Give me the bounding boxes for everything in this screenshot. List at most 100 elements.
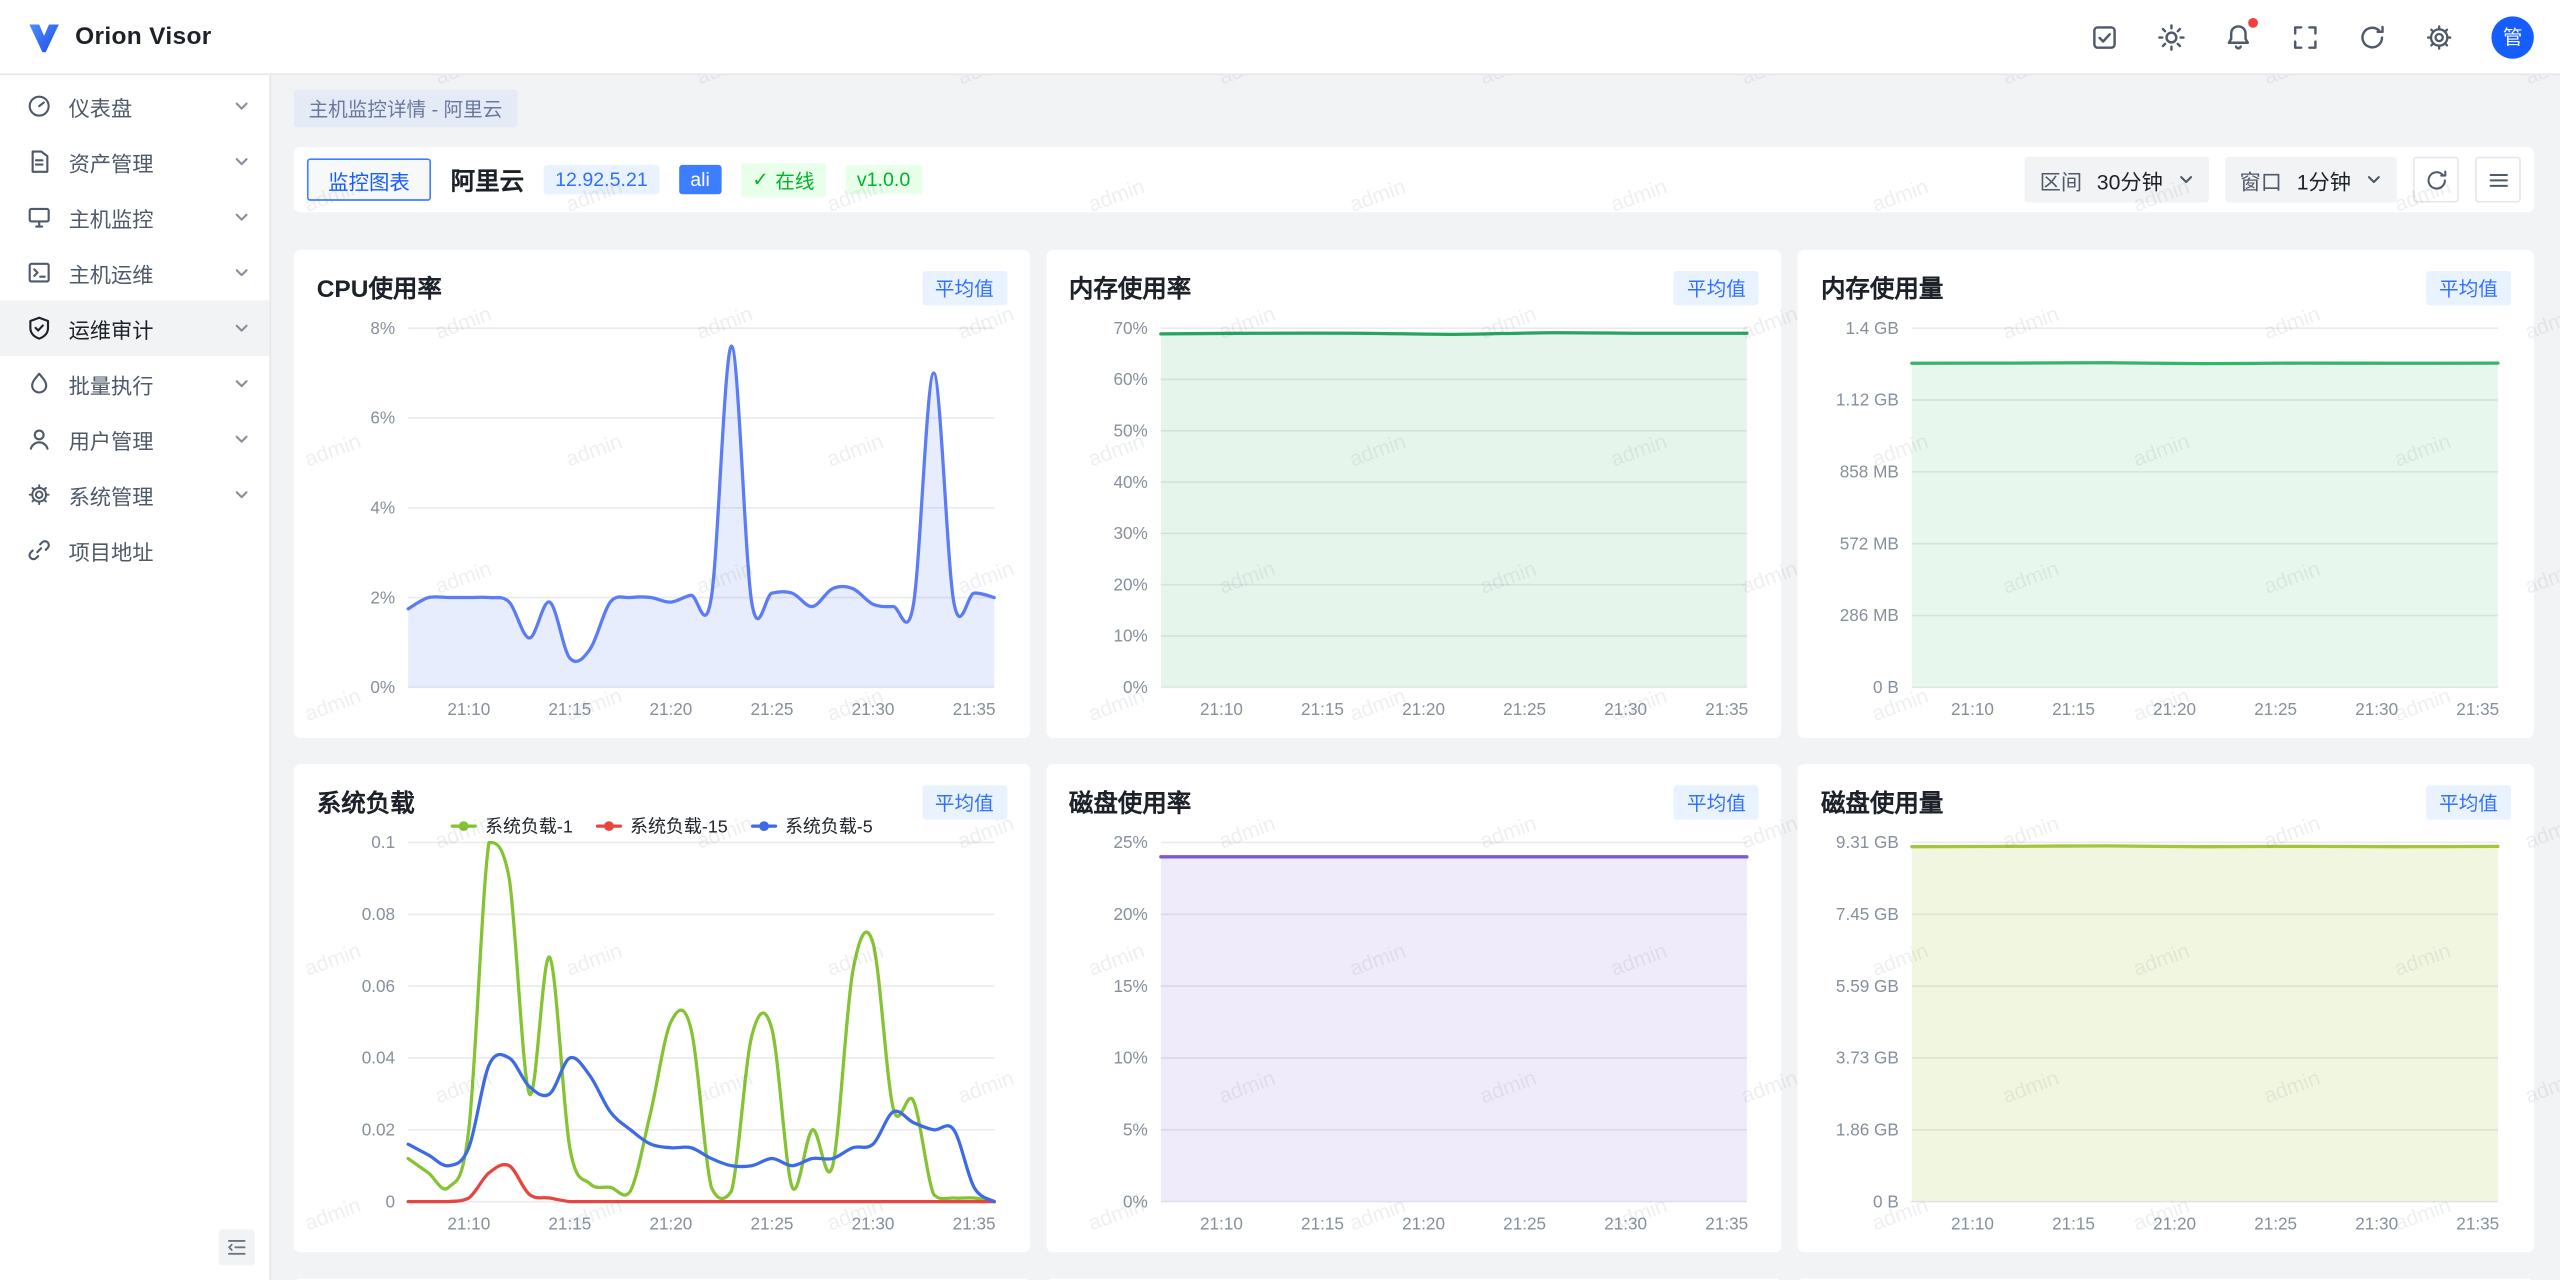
shield-icon — [26, 315, 52, 341]
sidebar-item-project-link[interactable]: 项目地址 — [0, 522, 269, 578]
disk-usage-percent-chart[interactable]: 25%20%15%10%5%0%21:1021:1521:2021:2521:3… — [1069, 823, 1759, 1244]
app-viewport: Orion Visor — [0, 0, 2560, 1280]
svg-text:21:25: 21:25 — [1503, 699, 1546, 719]
sidebar-item-system-mgmt[interactable]: 系统管理 — [0, 467, 269, 523]
top-header: Orion Visor — [0, 0, 2560, 75]
chart-refresh-button[interactable] — [2413, 157, 2459, 203]
svg-text:572 MB: 572 MB — [1840, 533, 1899, 553]
svg-text:3.73 GB: 3.73 GB — [1836, 1048, 1899, 1068]
svg-text:70%: 70% — [1113, 318, 1147, 338]
header-actions: 管 — [2090, 16, 2534, 58]
svg-text:21:35: 21:35 — [953, 699, 996, 719]
notifications-bell-icon[interactable] — [2224, 22, 2253, 51]
sidebar-item-user-mgmt[interactable]: 用户管理 — [0, 411, 269, 467]
fullscreen-icon[interactable] — [2291, 22, 2320, 51]
svg-text:1.12 GB: 1.12 GB — [1836, 390, 1899, 410]
avg-badge: 平均值 — [1674, 270, 1759, 304]
memory-usage-amount-chart[interactable]: 1.4 GB1.12 GB858 MB572 MB286 MB0 B21:102… — [1821, 309, 2511, 730]
chart-list-button[interactable] — [2475, 157, 2521, 203]
sidebar-item-host-monitor[interactable]: 主机监控 — [0, 189, 269, 245]
svg-text:6%: 6% — [370, 408, 395, 428]
terminal-icon — [26, 260, 52, 286]
legend-item[interactable]: 系统负载-1 — [451, 813, 573, 839]
avg-badge: 平均值 — [922, 270, 1007, 304]
legend-item[interactable]: 系统负载-5 — [751, 813, 873, 839]
interval-select[interactable]: 区间 30分钟 — [2025, 157, 2209, 203]
system-load-chart[interactable]: 0.10.080.060.040.02021:1021:1521:2021:25… — [317, 823, 1007, 1244]
check-square-icon[interactable] — [2090, 22, 2119, 51]
sidebar-nav: 仪表盘 资产管理 主机监控 — [0, 75, 271, 1280]
svg-text:21:10: 21:10 — [447, 699, 490, 719]
svg-text:21:10: 21:10 — [447, 1213, 490, 1233]
settings-gear-icon[interactable] — [2424, 22, 2453, 51]
host-tag-chip: ali — [679, 165, 721, 194]
svg-text:60%: 60% — [1113, 369, 1147, 389]
svg-text:1.4 GB: 1.4 GB — [1846, 318, 1899, 338]
memory-usage-percent-chart[interactable]: 70%60%50%40%30%20%10%0%21:1021:1521:2021… — [1069, 309, 1759, 730]
svg-text:0.06: 0.06 — [362, 976, 395, 996]
chevron-down-icon — [233, 376, 249, 392]
monitor-chart-button[interactable]: 监控图表 — [307, 158, 431, 200]
svg-text:21:35: 21:35 — [2457, 1213, 2500, 1233]
breadcrumb-chip[interactable]: 主机监控详情 - 阿里云 — [294, 90, 517, 128]
svg-text:21:30: 21:30 — [1604, 699, 1647, 719]
sidebar-item-assets[interactable]: 资产管理 — [0, 134, 269, 190]
svg-text:21:20: 21:20 — [1402, 699, 1445, 719]
window-select[interactable]: 窗口 1分钟 — [2225, 157, 2397, 203]
app-logo[interactable]: Orion Visor — [26, 19, 211, 55]
svg-text:0 B: 0 B — [1874, 1191, 1900, 1211]
chevron-down-icon — [2178, 171, 2194, 187]
svg-text:21:15: 21:15 — [548, 1213, 591, 1233]
droplet-icon — [26, 371, 52, 397]
svg-text:21:30: 21:30 — [1604, 1213, 1647, 1233]
svg-text:21:20: 21:20 — [2154, 1213, 2197, 1233]
host-toolbar: 监控图表 阿里云 12.92.5.21 ali ✓在线 v1.0.0 区间 30… — [294, 147, 2534, 212]
svg-text:21:25: 21:25 — [751, 1213, 794, 1233]
chevron-down-icon — [233, 153, 249, 169]
svg-text:8%: 8% — [370, 318, 395, 338]
user-avatar[interactable]: 管 — [2491, 16, 2533, 58]
svg-text:15%: 15% — [1113, 976, 1147, 996]
svg-text:21:35: 21:35 — [953, 1213, 996, 1233]
user-icon — [26, 426, 52, 452]
sidebar-item-dashboard[interactable]: 仪表盘 — [0, 78, 269, 134]
sidebar-item-ops-audit[interactable]: 运维审计 — [0, 300, 269, 356]
svg-text:20%: 20% — [1113, 904, 1147, 924]
svg-text:7.45 GB: 7.45 GB — [1836, 904, 1899, 924]
svg-text:858 MB: 858 MB — [1840, 462, 1899, 482]
svg-text:25%: 25% — [1113, 832, 1147, 852]
svg-text:21:25: 21:25 — [2255, 1213, 2298, 1233]
toolbar-controls: 区间 30分钟 窗口 1分钟 — [2025, 157, 2521, 203]
theme-sun-icon[interactable] — [2157, 22, 2186, 51]
refresh-icon[interactable] — [2358, 22, 2387, 51]
avg-badge: 平均值 — [1674, 784, 1759, 818]
host-status-chip: ✓在线 — [741, 162, 826, 196]
svg-text:21:35: 21:35 — [2457, 699, 2500, 719]
chart-legend: 系统负载-1 系统负载-15 系统负载-5 — [317, 813, 1007, 839]
svg-text:20%: 20% — [1113, 574, 1147, 594]
memory-usage-amount-card: 内存使用量 平均值 1.4 GB1.12 GB858 MB572 MB286 M… — [1798, 250, 2534, 738]
host-ip-chip[interactable]: 12.92.5.21 — [544, 165, 659, 194]
document-icon — [26, 149, 52, 175]
sidebar-item-batch-exec[interactable]: 批量执行 — [0, 356, 269, 412]
svg-text:21:20: 21:20 — [2154, 699, 2197, 719]
svg-text:9.31 GB: 9.31 GB — [1836, 832, 1899, 852]
app-title: Orion Visor — [75, 23, 212, 51]
svg-text:21:10: 21:10 — [1952, 1213, 1995, 1233]
disk-usage-amount-card: 磁盘使用量 平均值 9.31 GB7.45 GB5.59 GB3.73 GB1.… — [1798, 764, 2534, 1252]
chevron-down-icon — [2366, 171, 2382, 187]
legend-item[interactable]: 系统负载-15 — [596, 813, 728, 839]
chevron-down-icon — [233, 431, 249, 447]
svg-text:21:30: 21:30 — [852, 1213, 895, 1233]
svg-text:21:35: 21:35 — [1705, 1213, 1748, 1233]
svg-text:0.04: 0.04 — [362, 1048, 396, 1068]
svg-text:21:25: 21:25 — [2255, 699, 2298, 719]
cpu-usage-chart[interactable]: 8%6%4%2%0%21:1021:1521:2021:2521:3021:35 — [317, 309, 1007, 730]
disk-usage-amount-chart[interactable]: 9.31 GB7.45 GB5.59 GB3.73 GB1.86 GB0 B21… — [1821, 823, 2511, 1244]
svg-text:0.08: 0.08 — [362, 904, 395, 924]
svg-text:21:25: 21:25 — [1503, 1213, 1546, 1233]
sidebar-item-host-ops[interactable]: 主机运维 — [0, 245, 269, 301]
svg-text:21:30: 21:30 — [2356, 699, 2399, 719]
svg-text:21:15: 21:15 — [1301, 1213, 1344, 1233]
sidebar-collapse-button[interactable] — [219, 1229, 255, 1265]
